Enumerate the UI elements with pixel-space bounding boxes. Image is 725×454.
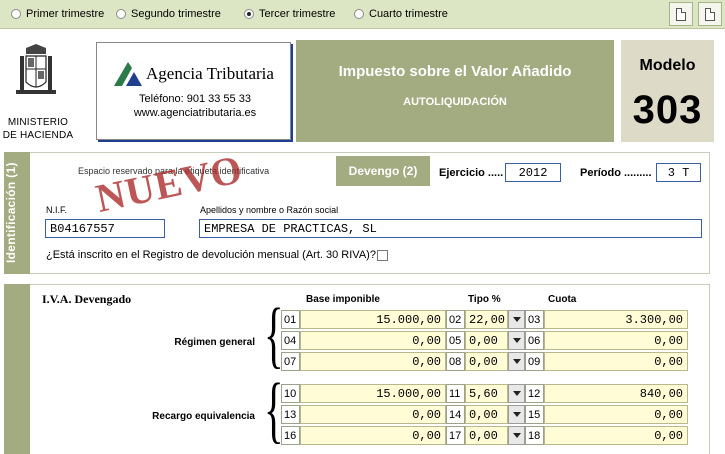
tipo-field[interactable]: 0,00 (465, 426, 508, 445)
radio-label: Segundo trimestre (131, 8, 221, 20)
box-number: 06 (525, 331, 544, 350)
box-number: 02 (446, 310, 465, 329)
cuota-field[interactable]: 0,00 (544, 426, 688, 445)
name-label: Apellidos y nombre o Razón social (200, 205, 339, 215)
tipo-field[interactable]: 5,60 (465, 384, 508, 403)
ministry-name-line2: DE HACIENDA (2, 130, 74, 141)
radio-label: Tercer trimestre (259, 8, 336, 20)
box-number: 14 (446, 405, 465, 424)
box-number: 12 (525, 384, 544, 403)
radio-segundo-trimestre[interactable]: Segundo trimestre (116, 7, 221, 21)
tipo-dropdown-button[interactable] (508, 331, 525, 350)
radio-selected-icon[interactable] (244, 9, 254, 19)
box-number: 09 (525, 352, 544, 371)
agency-website[interactable]: www.agenciatributaria.es (110, 107, 280, 119)
base-imponible-field[interactable]: 0,00 (300, 352, 446, 371)
cuota-field[interactable]: 840,00 (544, 384, 688, 403)
identification-section-label: Identificación (1) (4, 162, 18, 264)
model-label: Modelo (639, 57, 696, 74)
registro-checkbox[interactable] (377, 250, 388, 261)
base-imponible-field[interactable]: 0,00 (300, 331, 446, 350)
copy-document-icon (705, 7, 715, 21)
new-document-button[interactable] (669, 2, 693, 26)
cuota-header: Cuota (548, 294, 577, 305)
radio-primer-trimestre[interactable]: Primer trimestre (11, 7, 104, 21)
base-imponible-header: Base imponible (306, 294, 380, 305)
chevron-down-icon (512, 338, 521, 343)
box-number: 13 (281, 405, 300, 424)
new-document-icon (676, 7, 686, 21)
chevron-down-icon (512, 359, 521, 364)
nif-label: N.I.F. (46, 205, 68, 215)
tipo-field[interactable]: 0,00 (465, 405, 508, 424)
chevron-down-icon (512, 433, 521, 438)
base-imponible-field[interactable]: 15.000,00 (300, 310, 446, 329)
tipo-field[interactable]: 0,00 (465, 331, 508, 350)
iva-side-bar (4, 284, 30, 454)
devengo-header: Devengo (2) (336, 156, 430, 186)
iva-section-title: I.V.A. Devengado (42, 292, 132, 306)
recargo-equivalencia-label: Recargo equivalencia (152, 411, 255, 422)
radio-icon[interactable] (11, 9, 21, 19)
radio-icon[interactable] (116, 9, 126, 19)
periodo-label: Período ......... (580, 167, 652, 179)
tipo-dropdown-button[interactable] (508, 352, 525, 371)
chevron-down-icon (512, 412, 521, 417)
tipo-header: Tipo % (468, 294, 501, 305)
cuota-field[interactable]: 0,00 (544, 331, 688, 350)
box-number: 01 (281, 310, 300, 329)
base-imponible-field[interactable]: 0,00 (300, 426, 446, 445)
company-name-field[interactable]: EMPRESA DE PRACTICAS, SL (199, 219, 702, 238)
radio-icon[interactable] (354, 9, 364, 19)
box-number: 04 (281, 331, 300, 350)
registro-question: ¿Está inscrito en el Registro de devoluc… (46, 249, 376, 261)
box-number: 16 (281, 426, 300, 445)
tipo-field[interactable]: 22,00 (465, 310, 508, 329)
tipo-dropdown-button[interactable] (508, 310, 525, 329)
tipo-dropdown-button[interactable] (508, 405, 525, 424)
form-subtitle: AUTOLIQUIDACIÓN (403, 96, 507, 108)
box-number: 08 (446, 352, 465, 371)
ejercicio-field[interactable]: 2012 (505, 163, 561, 182)
radio-cuarto-trimestre[interactable]: Cuarto trimestre (354, 7, 448, 21)
model-number: 303 (632, 88, 703, 132)
form-title-box (296, 40, 614, 142)
copy-document-button[interactable] (698, 2, 722, 26)
nif-field[interactable]: B04167557 (45, 219, 165, 238)
chevron-down-icon (512, 391, 521, 396)
regimen-general-label: Régimen general (174, 337, 255, 348)
base-imponible-field[interactable]: 15.000,00 (300, 384, 446, 403)
box-number: 07 (281, 352, 300, 371)
agency-card (96, 42, 291, 140)
box-number: 05 (446, 331, 465, 350)
form-title: Impuesto sobre el Valor Añadido (338, 63, 572, 80)
box-number: 11 (446, 384, 465, 403)
ejercicio-label: Ejercicio ..... (439, 167, 504, 179)
tipo-dropdown-button[interactable] (508, 426, 525, 445)
coat-of-arms-icon (16, 44, 56, 94)
cuota-field[interactable]: 0,00 (544, 352, 688, 371)
agency-logo-icon (114, 62, 142, 86)
periodo-field[interactable]: 3 T (656, 163, 701, 182)
agency-phone: Teléfono: 901 33 55 33 (139, 93, 251, 105)
box-number: 10 (281, 384, 300, 403)
radio-label: Primer trimestre (26, 8, 105, 20)
radio-label: Cuarto trimestre (369, 8, 448, 20)
tipo-dropdown-button[interactable] (508, 384, 525, 403)
box-number: 18 (525, 426, 544, 445)
cuota-field[interactable]: 0,00 (544, 405, 688, 424)
box-number: 15 (525, 405, 544, 424)
ministry-name-line1: MINISTERIO (7, 117, 69, 128)
cuota-field[interactable]: 3.300,00 (544, 310, 688, 329)
base-imponible-field[interactable]: 0,00 (300, 405, 446, 424)
radio-tercer-trimestre[interactable]: Tercer trimestre (244, 7, 335, 21)
tipo-field[interactable]: 0,00 (465, 352, 508, 371)
box-number: 17 (446, 426, 465, 445)
chevron-down-icon (512, 317, 521, 322)
box-number: 03 (525, 310, 544, 329)
agency-name: Agencia Tributaria (146, 64, 274, 83)
